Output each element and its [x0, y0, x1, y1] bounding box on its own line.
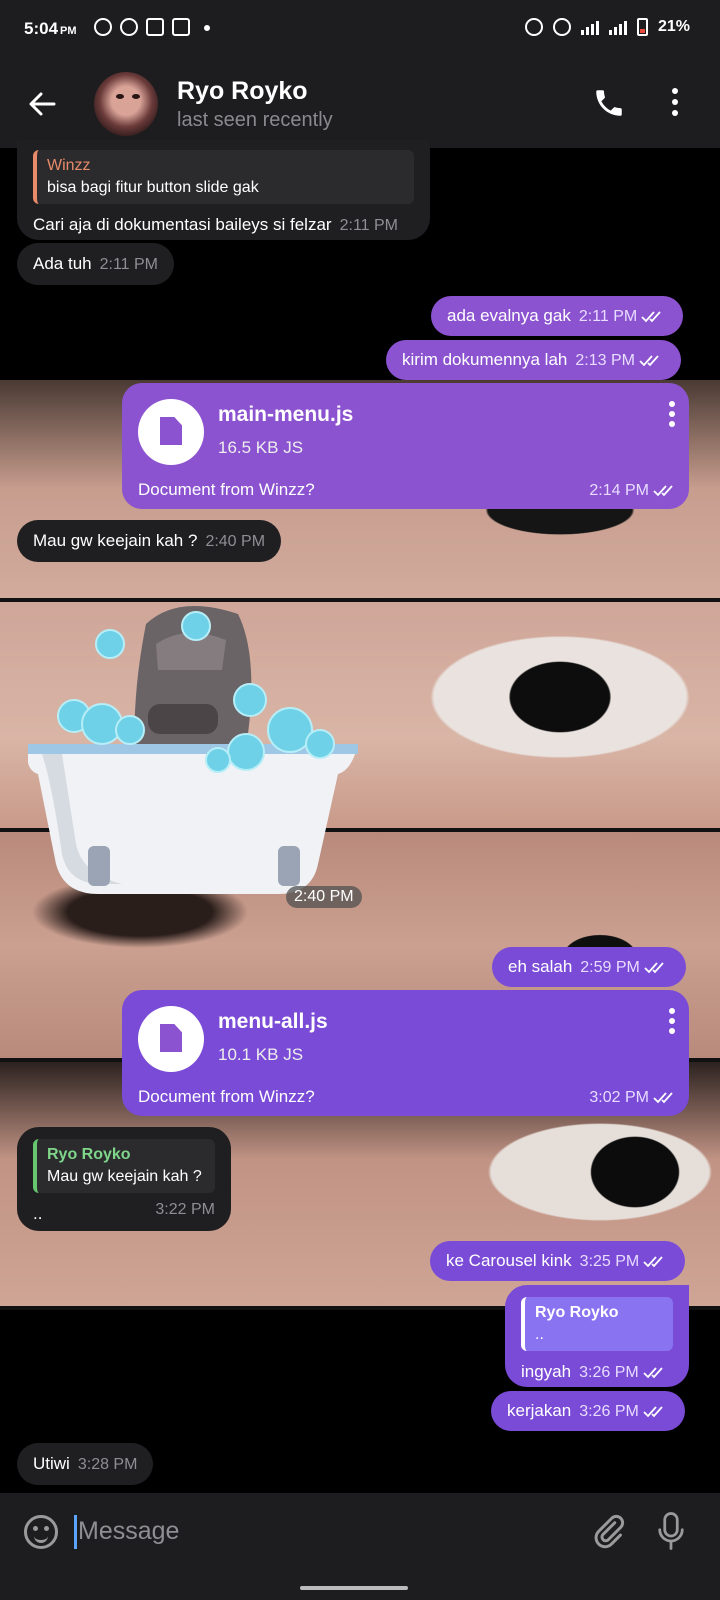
message-time: 2:13 PM [575, 352, 635, 369]
document-caption: Document from Winzz? [138, 1087, 315, 1106]
alarm-icon [524, 18, 543, 36]
message-time: 2:40 PM [205, 533, 266, 550]
message-text: Ada tuh [33, 254, 92, 273]
message-incoming[interactable]: Utiwi 3:28 PM [17, 1443, 154, 1485]
message-text: .. [33, 1204, 43, 1223]
read-ticks-icon [653, 1092, 673, 1104]
message-outgoing[interactable]: eh salah 2:59 PM [492, 947, 686, 987]
message-time: 3:02 PM [589, 1089, 679, 1107]
message-time: 2:14 PM [589, 482, 679, 500]
message-time: 3:25 PM [579, 1253, 640, 1270]
message-incoming[interactable]: Winzz bisa bagi fitur button slide gak C… [17, 140, 430, 240]
file-icon[interactable] [138, 399, 204, 465]
message-outgoing[interactable]: Ryo Royko .. ingyah 3:26 PM [505, 1285, 689, 1387]
tiktok-icon [146, 18, 164, 36]
message-time: 2:11 PM [578, 308, 638, 325]
message-time-value: 2:14 PM [589, 482, 649, 499]
battery-icon [636, 18, 648, 36]
lte-signal-icon [608, 19, 627, 35]
message-time: 3:26 PM [579, 1364, 639, 1381]
reply-quote[interactable]: Ryo Royko Mau gw keejain kah ? [33, 1139, 215, 1193]
read-ticks-icon [653, 485, 673, 497]
reply-text: .. [535, 1326, 544, 1343]
message-time: 3:28 PM [77, 1456, 138, 1473]
audio-icon [172, 18, 190, 36]
read-ticks-icon [639, 354, 659, 366]
reply-quote[interactable]: Winzz bisa bagi fitur button slide gak [33, 150, 414, 204]
message-text: ke Carousel kink [446, 1251, 572, 1270]
more-menu-icon[interactable] [670, 88, 680, 120]
reply-text: Mau gw keejain kah ? [47, 1168, 202, 1185]
reply-author: Winzz [47, 157, 91, 174]
status-bar: 5:04 PM 21% [0, 0, 720, 60]
message-time-value: 3:02 PM [589, 1089, 649, 1106]
document-more-icon[interactable] [669, 401, 677, 431]
reply-quote[interactable]: Ryo Royko .. [521, 1297, 673, 1351]
back-arrow-icon[interactable] [24, 86, 60, 122]
read-ticks-icon [644, 961, 664, 973]
reply-text: bisa bagi fitur button slide gak [47, 179, 259, 196]
status-time: 5:04 PM [24, 19, 77, 39]
system-icons: 21% [524, 18, 690, 36]
message-incoming[interactable]: Ryo Royko Mau gw keejain kah ? .. 3:22 PM [17, 1127, 231, 1231]
reply-author: Ryo Royko [47, 1146, 131, 1163]
document-name: main-menu.js [218, 403, 354, 426]
contact-status: last seen recently [177, 109, 333, 131]
phone-icon[interactable] [592, 86, 626, 120]
emoji-icon[interactable] [24, 1515, 58, 1549]
message-text: Mau gw keejain kah ? [33, 531, 198, 550]
read-ticks-icon [643, 1255, 663, 1267]
document-message[interactable]: menu-all.js 10.1 KB JS Document from Win… [122, 990, 689, 1116]
message-time: 3:26 PM [579, 1403, 639, 1420]
message-time: 2:59 PM [580, 959, 640, 976]
message-outgoing[interactable]: ada evalnya gak 2:11 PM [431, 296, 684, 336]
message-text: kerjakan [507, 1401, 572, 1420]
text-cursor [74, 1515, 77, 1549]
file-icon[interactable] [138, 1006, 204, 1072]
read-ticks-icon [643, 1366, 663, 1378]
message-outgoing[interactable]: kerjakan 3:26 PM [491, 1391, 685, 1431]
message-input[interactable] [78, 1513, 558, 1549]
status-ampm: PM [60, 25, 77, 37]
status-time-value: 5:04 [24, 19, 59, 38]
document-size: 16.5 KB JS [218, 438, 304, 457]
message-text: ada evalnya gak [447, 306, 571, 325]
document-caption: Document from Winzz? [138, 480, 315, 499]
moai-bathtub-sticker[interactable] [28, 584, 368, 914]
message-composer [0, 1493, 720, 1600]
message-text: eh salah [508, 957, 573, 976]
contact-name[interactable]: Ryo Royko [177, 77, 308, 106]
message-outgoing[interactable]: kirim dokumennya lah 2:13 PM [386, 340, 681, 380]
message-time: 2:11 PM [99, 256, 159, 273]
avatar[interactable] [94, 72, 158, 136]
message-time: 2:11 PM [339, 217, 398, 234]
document-size: 10.1 KB JS [218, 1045, 304, 1064]
message-text: Cari aja di dokumentasi baileys si felza… [33, 215, 332, 234]
signal-icon [580, 19, 599, 35]
sticker-time: 2:40 PM [286, 886, 362, 908]
chat-header: Ryo Royko last seen recently [0, 60, 720, 148]
whatsapp-icon-2 [120, 18, 138, 36]
whatsapp-icon [94, 18, 112, 36]
reply-author: Ryo Royko [535, 1304, 619, 1321]
hotspot-icon [552, 18, 571, 36]
message-time: 3:22 PM [155, 1201, 215, 1218]
read-ticks-icon [643, 1405, 663, 1417]
read-ticks-icon [641, 310, 661, 322]
microphone-icon[interactable] [656, 1511, 686, 1551]
notification-icons [94, 18, 210, 36]
message-text: ingyah [521, 1362, 572, 1381]
more-notifications-icon [204, 25, 210, 31]
document-name: menu-all.js [218, 1010, 328, 1033]
document-more-icon[interactable] [669, 1008, 677, 1038]
attach-icon[interactable] [590, 1513, 626, 1549]
battery-percent: 21% [657, 18, 690, 35]
message-incoming[interactable]: Ada tuh 2:11 PM [17, 243, 175, 285]
message-outgoing[interactable]: ke Carousel kink 3:25 PM [430, 1241, 686, 1281]
home-indicator[interactable] [300, 1586, 408, 1590]
message-text: kirim dokumennya lah [402, 350, 568, 369]
document-message[interactable]: main-menu.js 16.5 KB JS Document from Wi… [122, 383, 689, 509]
message-text: Utiwi [33, 1454, 70, 1473]
message-incoming[interactable]: Mau gw keejain kah ? 2:40 PM [17, 520, 282, 562]
